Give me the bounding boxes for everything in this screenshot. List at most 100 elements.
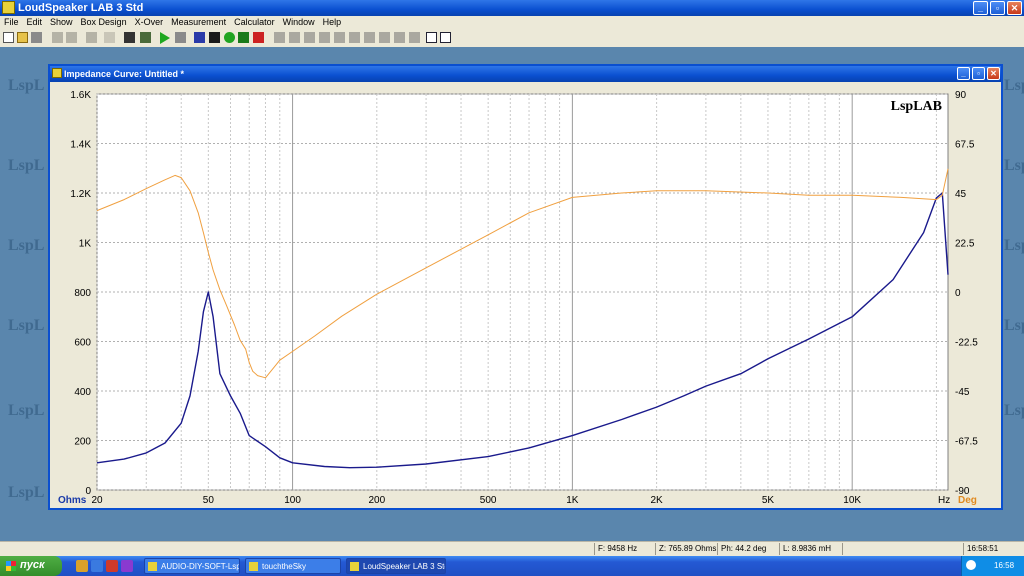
watermark: LspL (8, 237, 45, 254)
tools-icon[interactable] (124, 32, 135, 43)
menu-calculator[interactable]: Calculator (230, 16, 279, 30)
menu-bar: File Edit Show Box Design X-Over Measure… (0, 16, 1024, 30)
y-right-tick-label: 45 (955, 189, 967, 200)
undo-icon[interactable] (104, 32, 115, 43)
meter-icon[interactable] (140, 32, 151, 43)
quicklaunch-icon[interactable] (121, 560, 133, 572)
tool-slot-icon[interactable] (334, 32, 345, 43)
menu-measurement[interactable]: Measurement (167, 16, 230, 30)
y-right-tick-label: 67.5 (955, 140, 975, 151)
system-tray: 16:58 (961, 556, 1024, 576)
maximize-button[interactable]: ▫ (990, 1, 1005, 15)
right-axis-unit: Deg (958, 495, 977, 506)
clock: 16:58 (994, 561, 1015, 570)
tile-horizontal-icon[interactable] (426, 32, 437, 43)
copy-icon[interactable] (86, 32, 97, 43)
task-icon (350, 562, 359, 571)
x-tick-label: 50 (203, 495, 215, 506)
taskbar-item-touchthesky[interactable]: touchtheSky (245, 558, 341, 574)
task-label: AUDIO-DIY-SOFT-Lsp... (161, 562, 240, 571)
start-button[interactable]: пуск (0, 556, 62, 576)
close-button[interactable]: ✕ (1007, 1, 1022, 15)
plot-area[interactable]: 20 50 100 200 500 1K 2K 5K 10K 0 200 400 600 800 1K 1.2… (50, 82, 1001, 508)
app-title: LoudSpeaker LAB 3 Std (18, 2, 144, 14)
x-tick-label: 1K (566, 495, 579, 506)
new-icon[interactable] (3, 32, 14, 43)
y-left-tick-label: 600 (74, 338, 91, 349)
watermark: LspL (1004, 237, 1024, 254)
impedance-chart[interactable]: 20 50 100 200 500 1K 2K 5K 10K 0 200 400 600 800 1K 1.2… (50, 82, 1001, 508)
status-inductance: L: 8.9836 mH (779, 543, 843, 555)
quicklaunch-icon[interactable] (106, 560, 118, 572)
taskbar: пуск AUDIO-DIY-SOFT-Lsp... touchtheSky L… (0, 556, 1024, 576)
impedance-window-titlebar[interactable]: Impedance Curve: Untitled * _ ▫ ✕ (50, 66, 1001, 82)
taskbar-item-audio-diy[interactable]: AUDIO-DIY-SOFT-Lsp... (144, 558, 240, 574)
child-close-button[interactable]: ✕ (987, 67, 1000, 80)
y-right-tick-label: 0 (955, 288, 961, 299)
menu-show[interactable]: Show (46, 16, 77, 30)
watermark: LspL (1004, 317, 1024, 334)
print-preview-icon[interactable] (66, 32, 77, 43)
tray-icon[interactable] (966, 560, 976, 570)
task-label: touchtheSky (262, 562, 307, 571)
quicklaunch-icon[interactable] (91, 560, 103, 572)
y-right-tick-label: -67.5 (955, 437, 978, 448)
tool-slot-icon[interactable] (319, 32, 330, 43)
menu-box-design[interactable]: Box Design (77, 16, 131, 30)
tool-slot-icon[interactable] (364, 32, 375, 43)
menu-window[interactable]: Window (279, 16, 319, 30)
y-left-tick-label: 1.2K (70, 189, 91, 200)
scope-icon[interactable] (238, 32, 249, 43)
tool-slot-icon[interactable] (289, 32, 300, 43)
mdi-workspace: LspL LspL LspL LspL LspL LspL LspL LspL … (0, 47, 1024, 541)
y-left-tick-label: 1.6K (70, 90, 91, 101)
tool-slot-icon[interactable] (379, 32, 390, 43)
play-icon[interactable] (160, 32, 170, 44)
y-left-tick-label: 200 (74, 437, 91, 448)
save-icon[interactable] (31, 32, 42, 43)
y-right-tick-label: 22.5 (955, 239, 975, 250)
tool-slot-icon[interactable] (394, 32, 405, 43)
lr-icon[interactable] (194, 32, 205, 43)
app-titlebar[interactable]: LoudSpeaker LAB 3 Std _ ▫ ✕ (0, 0, 1024, 16)
task-icon (249, 562, 258, 571)
toolbar (0, 30, 1024, 48)
status-impedance: Z: 765.89 Ohms (655, 543, 717, 555)
x-axis-unit: Hz (938, 495, 950, 506)
tool-slot-icon[interactable] (349, 32, 360, 43)
watermark: LspL (1004, 157, 1024, 174)
start-label: пуск (20, 559, 45, 571)
watermark: LspL (8, 77, 45, 94)
window-icon (52, 68, 62, 78)
green-dot-icon[interactable] (224, 32, 235, 43)
tool-slot-icon[interactable] (409, 32, 420, 43)
y-right-tick-label: -22.5 (955, 338, 978, 349)
stop-icon[interactable] (175, 32, 186, 43)
watermark: LspL (8, 317, 45, 334)
menu-file[interactable]: File (0, 16, 23, 30)
status-time: 16:58:51 (963, 543, 1024, 555)
impedance-window[interactable]: Impedance Curve: Untitled * _ ▫ ✕ 20 50 10… (48, 64, 1003, 510)
tile-vertical-icon[interactable] (440, 32, 451, 43)
fg-icon[interactable] (209, 32, 220, 43)
menu-help[interactable]: Help (319, 16, 346, 30)
tool-slot-icon[interactable] (304, 32, 315, 43)
child-minimize-button[interactable]: _ (957, 67, 970, 80)
minimize-button[interactable]: _ (973, 1, 988, 15)
watermark: LspL (8, 157, 45, 174)
quicklaunch-icon[interactable] (76, 560, 88, 572)
task-label: LoudSpeaker LAB 3 Std (363, 562, 446, 571)
menu-edit[interactable]: Edit (23, 16, 47, 30)
y-left-tick-label: 400 (74, 387, 91, 398)
status-frequency: F: 9458 Hz (594, 543, 654, 555)
print-icon[interactable] (52, 32, 63, 43)
wave-icon[interactable] (253, 32, 264, 43)
taskbar-item-loudspeaker-lab[interactable]: LoudSpeaker LAB 3 Std (346, 558, 446, 574)
open-icon[interactable] (17, 32, 28, 43)
tool-slot-icon[interactable] (274, 32, 285, 43)
x-tick-label: 100 (284, 495, 301, 506)
watermark: LspL (1004, 77, 1024, 94)
menu-x-over[interactable]: X-Over (131, 16, 168, 30)
task-icon (148, 562, 157, 571)
child-maximize-button[interactable]: ▫ (972, 67, 985, 80)
